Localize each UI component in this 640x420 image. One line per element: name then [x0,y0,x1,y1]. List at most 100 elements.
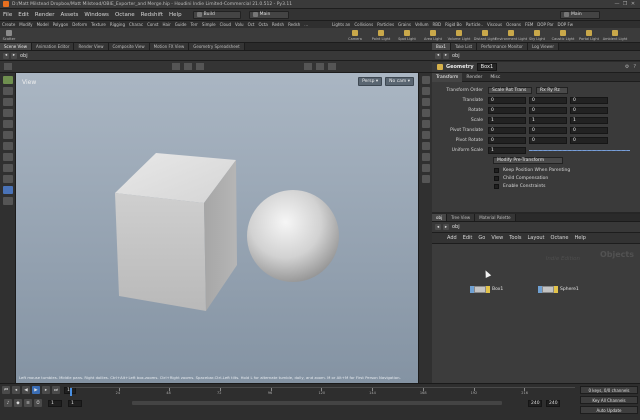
pivot-rotate-x-field[interactable]: 0 [488,137,526,144]
frame-range-slider[interactable] [132,401,502,405]
lights-shelf-tab[interactable]: DOP Par [535,22,555,27]
shelf-tab[interactable]: Redsh [270,22,286,27]
pivot-translate-x-field[interactable]: 0 [488,127,526,134]
pivot-translate-y-field[interactable]: 0 [529,127,567,134]
shelf-tab[interactable]: Simple [200,22,218,27]
rotate-x-field[interactable]: 0 [488,107,526,114]
shelf-tab[interactable]: Cloud [218,22,233,27]
lights-shelf-tab[interactable]: Rigid Bo [443,22,464,27]
shelf-tab[interactable]: Hair [161,22,173,27]
param-tab[interactable]: Log Viewer [527,43,559,50]
menu-edit[interactable]: Edit [15,12,32,18]
param-tab[interactable]: Take List [450,43,478,50]
child-compensation-checkbox[interactable] [494,176,499,181]
network-editor[interactable]: Objects Indie Edition Box1 Sphere1 [432,244,640,383]
net-menu-octane[interactable]: Octane [548,235,572,241]
lights-shelf-tab[interactable]: Particles [375,22,396,27]
close-button[interactable]: ✕ [629,1,637,7]
maximize-button[interactable]: ❐ [621,1,629,7]
lights-shelf-tab[interactable]: Vellum [413,22,431,27]
light-tool[interactable]: Environment Light [495,28,527,43]
rotate-z-field[interactable]: 0 [570,107,608,114]
light-tool[interactable]: Point Light [368,28,394,43]
grid-icon[interactable] [422,153,430,161]
net-menu-view[interactable]: View [488,235,506,241]
shelf-tab[interactable]: Deform [70,22,89,27]
jump-end-icon[interactable]: ⏭ [52,386,60,394]
gear-icon[interactable]: ⚙ [625,64,629,70]
render-region-icon[interactable] [3,197,13,205]
keys-menu-icon[interactable]: ≡ [24,399,32,407]
ghost-icon[interactable] [422,142,430,150]
key-all-channels-button[interactable]: Key All Channels [580,396,638,404]
menu-redshift[interactable]: Redshift [138,12,166,18]
lights-shelf-tab[interactable]: Lights an [330,22,352,27]
step-forward-icon[interactable]: ▸ [42,386,50,394]
range-end2-field[interactable]: 240 [546,399,560,407]
light-tool[interactable]: Area Light [420,28,446,43]
lights-shelf-tab[interactable]: DOP Fw [556,22,575,27]
shelf-tab[interactable]: Volu [233,22,246,27]
enable-constraints-checkbox[interactable] [494,184,499,189]
lights-shelf-tab[interactable]: Grains [396,22,413,27]
pose-tool-icon[interactable] [4,63,12,70]
param-tab[interactable]: Performance Monitor [477,43,528,50]
node-sphere1[interactable]: Sphere1 [538,286,579,293]
scale-x-field[interactable]: 1 [488,117,526,124]
play-reverse-icon[interactable]: ◀ [22,386,30,394]
snap-icon[interactable] [172,63,180,70]
lights-shelf-tab[interactable]: RBD [431,22,444,27]
scene-tab[interactable]: Render View [74,43,109,50]
lighting-icon[interactable] [316,63,324,70]
net-menu-layout[interactable]: Layout [525,235,548,241]
shelf-tab[interactable]: Polygon [51,22,71,27]
node-display-flag[interactable] [554,286,558,293]
light-tool[interactable]: Camera [342,28,368,43]
build-dropdown[interactable]: Build [192,10,241,19]
translate-z-field[interactable]: 0 [570,97,608,104]
net-menu-tools[interactable]: Tools [506,235,524,241]
node-display-flag[interactable] [486,286,490,293]
rotation-order-dropdown[interactable]: Rx Ry Rz [536,87,568,94]
realtime-icon[interactable]: ⏱ [34,399,42,407]
snap-options-icon[interactable] [184,63,192,70]
shelf-tab[interactable]: Texture [89,22,108,27]
pivot-translate-z-field[interactable]: 0 [570,127,608,134]
translate-y-field[interactable]: 0 [529,97,567,104]
scene-tab[interactable]: Animation Editor [31,43,75,50]
scale-y-field[interactable]: 1 [529,117,567,124]
shelf-tab[interactable]: Create [0,22,17,27]
constraint-icon[interactable] [196,63,204,70]
shelf-tab[interactable]: Charac [127,22,145,27]
jump-start-icon[interactable]: ⏮ [2,386,10,394]
audio-icon[interactable]: ♪ [4,399,12,407]
desktop-dropdown-left[interactable]: Main [248,10,289,19]
shelf-tab[interactable]: Oct [246,22,257,27]
param-tab[interactable]: Box1 [432,43,451,50]
light-tool[interactable]: Volume Light [446,28,472,43]
key-icon[interactable]: ◆ [14,399,22,407]
scale-tool-icon[interactable] [3,109,13,117]
shading-icon[interactable] [328,63,336,70]
network-path[interactable]: obj [452,224,460,230]
uniform-scale-slider[interactable] [529,150,630,151]
snap-tool-icon[interactable] [3,186,13,194]
view-tool-icon[interactable] [3,142,13,150]
back-arrow-icon[interactable]: ◂ [3,52,9,59]
rotate-tool-icon[interactable] [3,98,13,106]
select-tool-icon[interactable] [3,76,13,84]
light-tool[interactable]: Sky Light [524,28,550,43]
uniform-scale-field[interactable]: 1 [488,147,526,154]
range-start2-field[interactable]: 1 [68,399,82,407]
pivot-rotate-y-field[interactable]: 0 [529,137,567,144]
menu-file[interactable]: File [0,12,15,18]
forward-arrow-icon[interactable]: ▸ [11,52,17,59]
pose-icon[interactable] [3,131,13,139]
param-path[interactable]: obj [452,53,460,59]
menu-assets[interactable]: Assets [57,12,81,18]
back-arrow-icon[interactable]: ◂ [435,224,441,230]
play-icon[interactable]: ▶ [32,386,40,394]
network-tab[interactable]: Tree View [447,214,476,221]
scene-tab[interactable]: Motion FX View [149,43,190,50]
timeline-ruler[interactable]: 24 48 72 96 120 144 168 192 216 [70,387,575,396]
